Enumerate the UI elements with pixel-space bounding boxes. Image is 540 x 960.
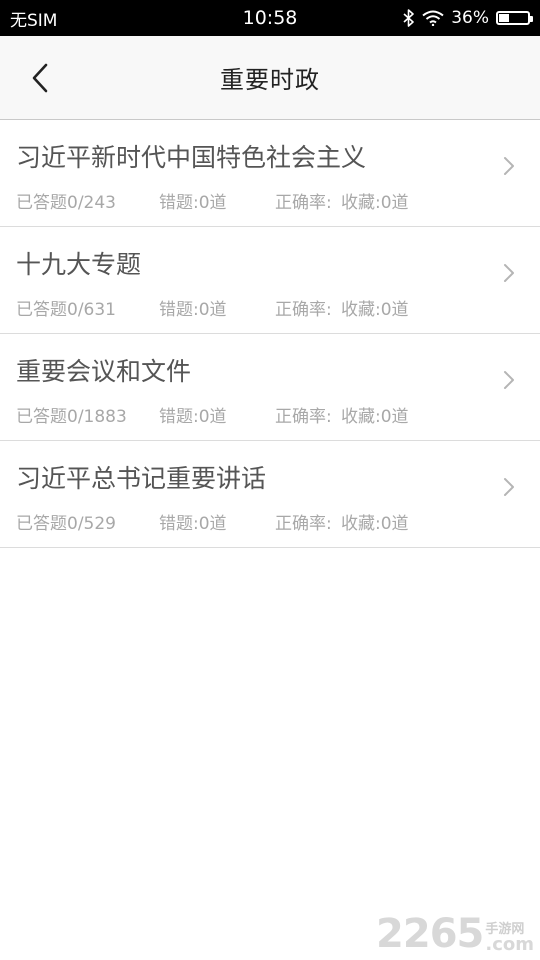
battery-icon (496, 11, 533, 25)
navigation-bar: 重要时政 (0, 36, 540, 120)
battery-level-fill (499, 14, 509, 22)
item-title: 十九大专题 (16, 250, 142, 279)
list-item[interactable]: 习近平新时代中国特色社会主义已答题0/243 错题:0道 正确率: 收藏:0道 (0, 120, 540, 227)
status-bar: 无SIM 10:58 36% (0, 0, 540, 36)
answered-count: 已答题0/243 (16, 193, 116, 213)
chevron-right-icon (504, 371, 514, 389)
chevron-right-icon (504, 264, 514, 282)
favorites-count: 收藏:0道 (341, 514, 409, 534)
battery-percent: 36% (451, 8, 489, 28)
site-watermark: 2265 手游网 .com (376, 914, 534, 954)
topic-list: 习近平新时代中国特色社会主义 已答题0/243 错题:0道 正确率: 收藏:0道 十九大专… (0, 120, 540, 548)
list-item[interactable]: 重要会议和文件已答题0/1883 错题:0道 正确率: 收藏:0道 (0, 334, 540, 441)
favorites-count: 收藏:0道 (341, 407, 409, 427)
page-title: 重要时政 (220, 66, 320, 94)
answered-count: 已答题0/631 (16, 300, 116, 320)
watermark-text: 手游网 .com (485, 923, 534, 954)
accuracy-label: 正确率: (275, 407, 332, 427)
item-title: 重要会议和文件 (16, 357, 192, 386)
back-button[interactable] (22, 58, 58, 98)
accuracy-label: 正确率: (275, 514, 332, 534)
wifi-icon (422, 10, 444, 26)
answered-count: 已答题0/529 (16, 514, 116, 534)
favorites-count: 收藏:0道 (341, 193, 409, 213)
accuracy-label: 正确率: (275, 193, 332, 213)
answered-count: 已答题0/1883 (16, 407, 127, 427)
wrong-count: 错题:0道 (159, 300, 227, 320)
chevron-right-icon (504, 478, 514, 496)
wrong-count: 错题:0道 (159, 193, 227, 213)
bluetooth-icon (403, 9, 415, 27)
item-title: 习近平总书记重要讲话 (16, 464, 267, 493)
favorites-count: 收藏:0道 (341, 300, 409, 320)
list-item[interactable]: 十九大专题已答题0/631 错题:0道 正确率: 收藏:0道 (0, 227, 540, 334)
list-item[interactable]: 习近平总书记重要讲话已答题0/529 错题:0道 正确率: 收藏:0道 (0, 441, 540, 548)
accuracy-label: 正确率: (275, 300, 332, 320)
item-title: 习近平新时代中国特色社会主义 (16, 143, 367, 172)
watermark-number: 2265 (376, 911, 484, 957)
status-indicators: 36% (403, 8, 533, 28)
chevron-right-icon (504, 157, 514, 175)
chevron-left-icon (32, 63, 48, 93)
carrier-label: 无SIM (10, 10, 58, 31)
wrong-count: 错题:0道 (159, 514, 227, 534)
wrong-count: 错题:0道 (159, 407, 227, 427)
watermark-com: .com (485, 934, 534, 955)
